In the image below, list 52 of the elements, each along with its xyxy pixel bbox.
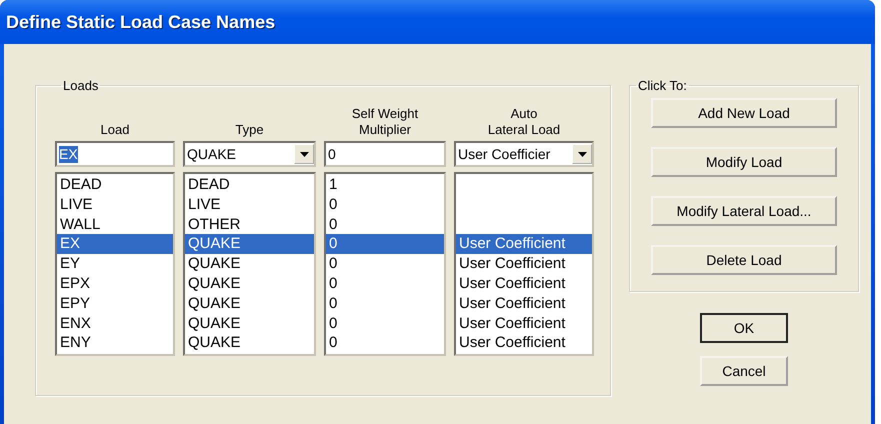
list-item[interactable]: QUAKE [188, 314, 241, 332]
list-item[interactable]: QUAKE [188, 294, 241, 312]
list-item[interactable]: WALL [60, 216, 100, 233]
dropdown-button[interactable] [572, 144, 592, 164]
list-item[interactable]: LIVE [60, 196, 93, 213]
list-item[interactable]: DEAD [188, 176, 230, 193]
type-dropdown[interactable]: QUAKE [183, 141, 316, 167]
action-button[interactable]: Modify Lateral Load... [651, 196, 837, 226]
list-item[interactable]: 0 [329, 294, 338, 312]
list-item[interactable]: User Coefficient [459, 314, 566, 332]
window-title: Define Static Load Case Names [6, 12, 276, 32]
list-item[interactable]: QUAKE [188, 255, 241, 272]
list-item[interactable]: 0 [329, 216, 338, 233]
multiplier-field[interactable]: 0 [324, 141, 446, 167]
dropdown-button[interactable] [294, 144, 314, 164]
column-heading: Auto Lateral Load [488, 106, 560, 138]
ok-button[interactable]: OK [700, 313, 788, 343]
list-item[interactable]: 0 [329, 274, 338, 292]
list-item[interactable]: EPX [60, 274, 90, 292]
column-heading: Self Weight Multiplier [352, 106, 418, 138]
load-name-field[interactable]: EX [55, 141, 175, 167]
group-label: Loads [62, 78, 100, 93]
caret-icon [300, 152, 308, 156]
list-item[interactable]: EY [60, 255, 80, 272]
list-item[interactable]: ENX [60, 314, 91, 332]
list-item[interactable]: LIVE [188, 196, 221, 213]
list-item[interactable]: User Coefficient [459, 294, 566, 312]
list-item[interactable]: 1 [329, 176, 338, 193]
cancel-button[interactable]: Cancel [700, 356, 788, 386]
group-label: Click To: [637, 78, 688, 93]
column-heading: Type [235, 122, 264, 138]
list-item[interactable]: EPY [60, 294, 90, 312]
action-button[interactable]: Delete Load [651, 245, 837, 275]
list-item[interactable]: 0 [329, 235, 338, 252]
list-item[interactable]: OTHER [188, 216, 240, 233]
action-button[interactable]: Add New Load [651, 98, 837, 128]
action-button[interactable]: Modify Load [651, 147, 837, 177]
list-item[interactable]: User Coefficient [459, 274, 566, 292]
list-item[interactable]: User Coefficient [459, 334, 566, 352]
list-item[interactable]: ENY [60, 334, 91, 352]
list-item[interactable]: User Coefficient [459, 255, 566, 272]
list-item[interactable]: QUAKE [188, 334, 241, 352]
list-item[interactable]: DEAD [60, 176, 102, 193]
list-item[interactable]: 0 [329, 314, 338, 332]
list-item[interactable]: 0 [329, 255, 338, 272]
column-heading: Load [100, 122, 130, 138]
list-item[interactable]: 0 [329, 196, 338, 213]
list-item[interactable]: QUAKE [188, 274, 241, 292]
caret-icon [578, 152, 586, 156]
lateral-load-dropdown[interactable]: User Coefficier [454, 141, 594, 167]
list-item[interactable]: 0 [329, 334, 338, 352]
list-item[interactable]: EX [60, 235, 80, 252]
